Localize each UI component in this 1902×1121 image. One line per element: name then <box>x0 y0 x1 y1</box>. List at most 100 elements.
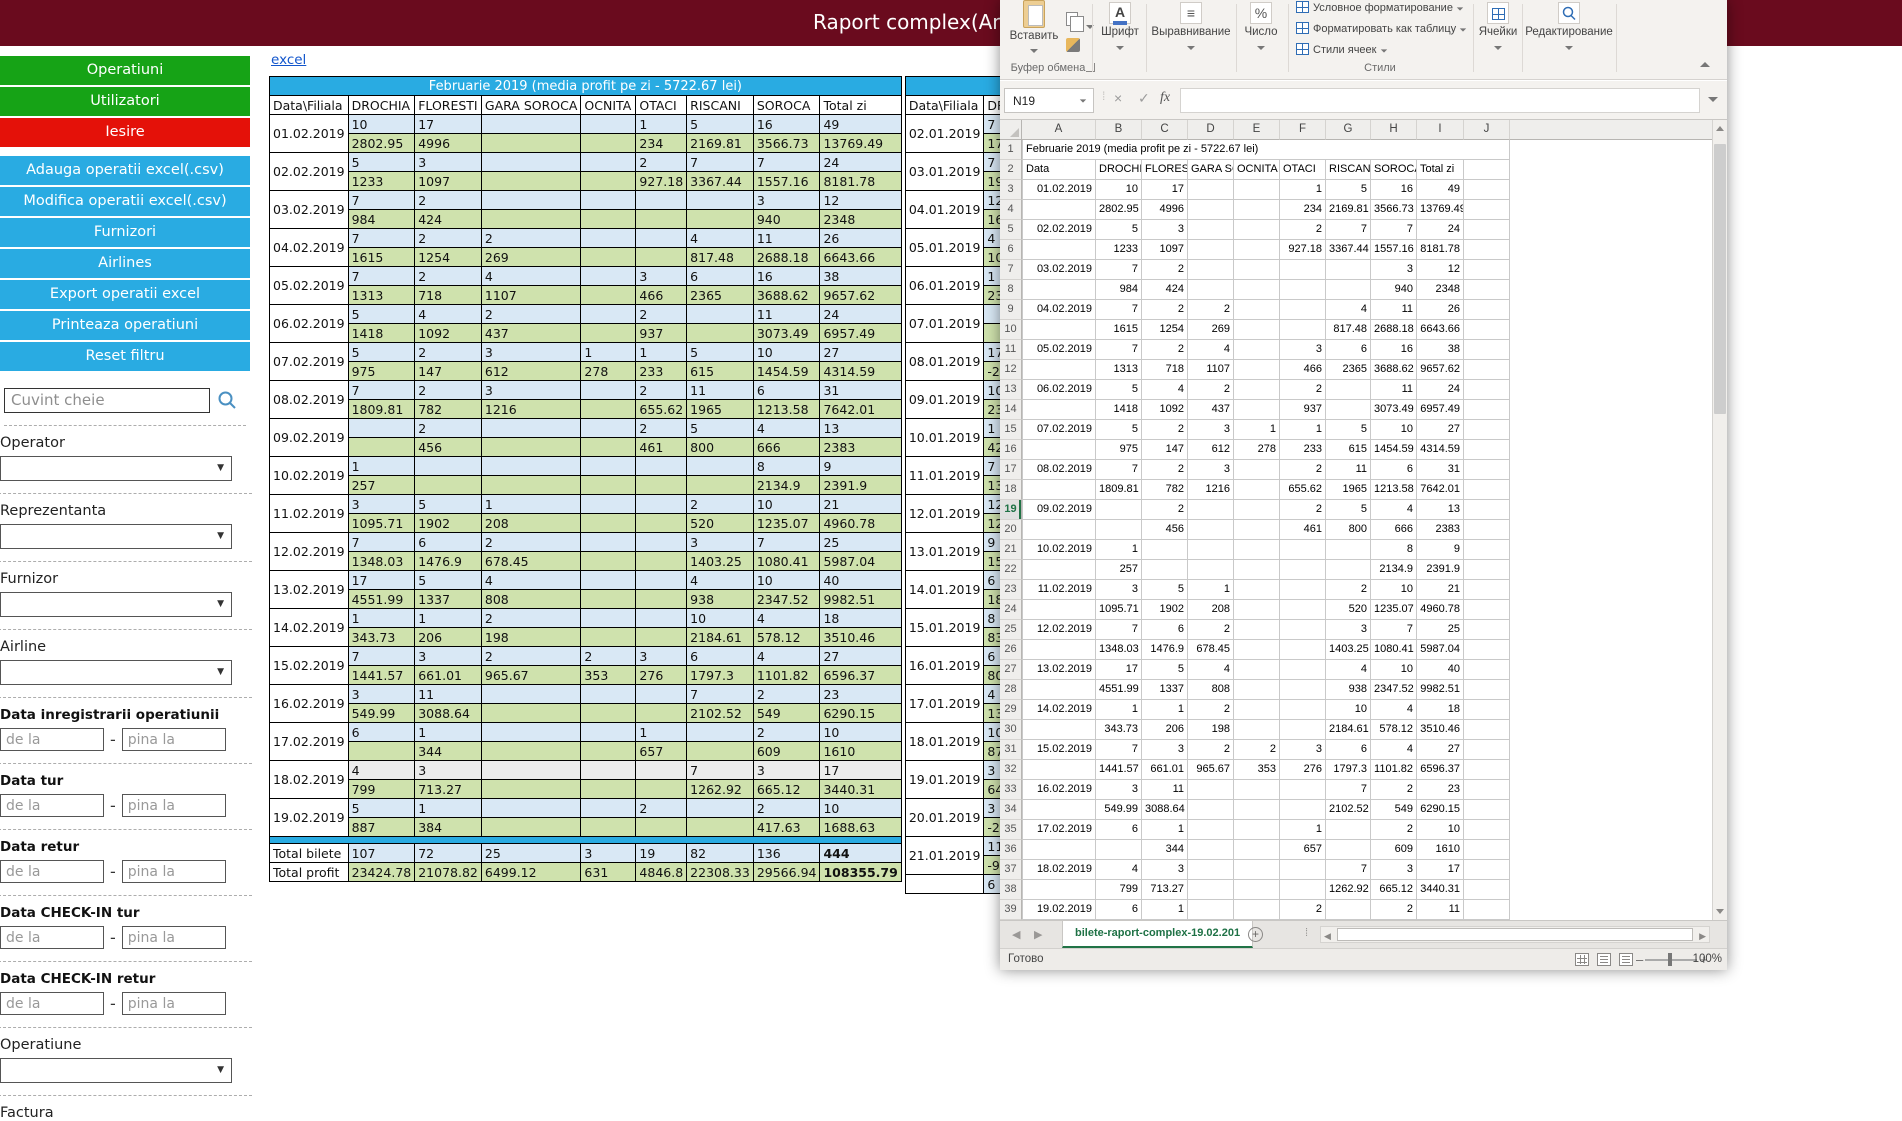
excel-cell-B30[interactable]: 343.73 <box>1096 720 1142 740</box>
select-furnizor[interactable]: ▼ <box>0 592 232 617</box>
excel-cell-A36[interactable] <box>1022 840 1096 860</box>
excel-row-header-7[interactable]: 7 <box>1000 260 1022 280</box>
excel-cell-A29[interactable]: 14.02.2019 <box>1022 700 1096 720</box>
excel-row-header-3[interactable]: 3 <box>1000 180 1022 200</box>
excel-row-header-15[interactable]: 15 <box>1000 420 1022 440</box>
excel-cell-C37[interactable]: 3 <box>1142 860 1188 880</box>
excel-cell-E4[interactable] <box>1234 200 1280 220</box>
excel-cell-E8[interactable] <box>1234 280 1280 300</box>
excel-cell-B20[interactable] <box>1096 520 1142 540</box>
excel-cell-C23[interactable]: 5 <box>1142 580 1188 600</box>
excel-cell-E38[interactable] <box>1234 880 1280 900</box>
excel-cell-C29[interactable]: 1 <box>1142 700 1188 720</box>
excel-cell-B2[interactable]: DROCHIA <box>1096 160 1142 180</box>
excel-row-header-35[interactable]: 35 <box>1000 820 1022 840</box>
excel-cell-I36[interactable]: 1610 <box>1417 840 1464 860</box>
excel-cell-A19[interactable]: 09.02.2019 <box>1022 500 1096 520</box>
excel-cell-F28[interactable] <box>1280 680 1326 700</box>
excel-cell-I23[interactable]: 21 <box>1417 580 1464 600</box>
excel-row-header-9[interactable]: 9 <box>1000 300 1022 320</box>
excel-column-header-C[interactable]: C <box>1142 120 1188 140</box>
excel-cell-G16[interactable]: 615 <box>1326 440 1371 460</box>
excel-cell-G3[interactable]: 5 <box>1326 180 1371 200</box>
excel-cell-H5[interactable]: 7 <box>1371 220 1417 240</box>
excel-cell-J38[interactable] <box>1464 880 1510 900</box>
excel-cell-H18[interactable]: 1213.58 <box>1371 480 1417 500</box>
excel-cell-G30[interactable]: 2184.61 <box>1326 720 1371 740</box>
excel-cell-J18[interactable] <box>1464 480 1510 500</box>
excel-cell-G35[interactable] <box>1326 820 1371 840</box>
excel-cell-I18[interactable]: 7642.01 <box>1417 480 1464 500</box>
excel-cell-F21[interactable] <box>1280 540 1326 560</box>
sidebar-button-iesire[interactable]: Iesire <box>0 118 250 147</box>
excel-cell-I31[interactable]: 27 <box>1417 740 1464 760</box>
excel-cell-A4[interactable] <box>1022 200 1096 220</box>
excel-cell-D5[interactable] <box>1188 220 1234 240</box>
excel-cell-D4[interactable] <box>1188 200 1234 220</box>
excel-cell-D14[interactable]: 437 <box>1188 400 1234 420</box>
excel-cell-B8[interactable]: 984 <box>1096 280 1142 300</box>
excel-cell-I19[interactable]: 13 <box>1417 500 1464 520</box>
excel-cell-J12[interactable] <box>1464 360 1510 380</box>
prev-sheet-icon[interactable]: ◀ <box>1012 928 1020 941</box>
excel-cell-H24[interactable]: 1235.07 <box>1371 600 1417 620</box>
sidebar-button-operatiuni[interactable]: Operatiuni <box>0 56 250 85</box>
cells-group-button[interactable]: Ячейки <box>1476 2 1520 53</box>
excel-cell-G37[interactable]: 7 <box>1326 860 1371 880</box>
excel-cell-E23[interactable] <box>1234 580 1280 600</box>
excel-cell-D31[interactable]: 2 <box>1188 740 1234 760</box>
excel-link[interactable]: excel <box>271 52 306 68</box>
zoom-percentage[interactable]: 100% <box>1693 953 1722 965</box>
excel-cell-H6[interactable]: 1557.16 <box>1371 240 1417 260</box>
excel-cell-F16[interactable]: 233 <box>1280 440 1326 460</box>
excel-cell-F19[interactable]: 2 <box>1280 500 1326 520</box>
excel-cell-B9[interactable]: 7 <box>1096 300 1142 320</box>
excel-cell-H35[interactable]: 2 <box>1371 820 1417 840</box>
excel-cell-A15[interactable]: 07.02.2019 <box>1022 420 1096 440</box>
sidebar-button-airlines[interactable]: Airlines <box>0 249 250 278</box>
excel-row-header-31[interactable]: 31 <box>1000 740 1022 760</box>
excel-cell-J13[interactable] <box>1464 380 1510 400</box>
active-sheet-tab[interactable]: bilete-raport-complex-19.02.201 <box>1062 921 1253 948</box>
excel-cell-C13[interactable]: 4 <box>1142 380 1188 400</box>
excel-cell-D10[interactable]: 269 <box>1188 320 1234 340</box>
copy-button[interactable] <box>1066 12 1078 26</box>
excel-cell-F11[interactable]: 3 <box>1280 340 1326 360</box>
excel-cell-D29[interactable]: 2 <box>1188 700 1234 720</box>
excel-row-header-17[interactable]: 17 <box>1000 460 1022 480</box>
excel-cell-E3[interactable] <box>1234 180 1280 200</box>
excel-cell-E5[interactable] <box>1234 220 1280 240</box>
excel-cell-F30[interactable] <box>1280 720 1326 740</box>
excel-cell-D9[interactable]: 2 <box>1188 300 1234 320</box>
excel-column-header-E[interactable]: E <box>1234 120 1280 140</box>
excel-cell-B11[interactable]: 7 <box>1096 340 1142 360</box>
excel-cell-B27[interactable]: 17 <box>1096 660 1142 680</box>
excel-cell-E24[interactable] <box>1234 600 1280 620</box>
excel-column-header-D[interactable]: D <box>1188 120 1234 140</box>
excel-cell-I21[interactable]: 9 <box>1417 540 1464 560</box>
vertical-scrollbar[interactable] <box>1712 120 1727 920</box>
excel-cell-G4[interactable]: 2169.81 <box>1326 200 1371 220</box>
name-box[interactable]: N19 <box>1004 88 1094 113</box>
excel-cell-H34[interactable]: 549 <box>1371 800 1417 820</box>
excel-cell-H13[interactable]: 11 <box>1371 380 1417 400</box>
select-operator[interactable]: ▼ <box>0 456 232 481</box>
excel-cell-F13[interactable]: 2 <box>1280 380 1326 400</box>
excel-cell-C38[interactable]: 713.27 <box>1142 880 1188 900</box>
excel-cell-J36[interactable] <box>1464 840 1510 860</box>
excel-cell-F29[interactable] <box>1280 700 1326 720</box>
excel-cell-A16[interactable] <box>1022 440 1096 460</box>
excel-column-header-J[interactable]: J <box>1464 120 1510 140</box>
excel-cell-I11[interactable]: 38 <box>1417 340 1464 360</box>
excel-cell-E14[interactable] <box>1234 400 1280 420</box>
excel-cell-B13[interactable]: 5 <box>1096 380 1142 400</box>
excel-cell-D6[interactable] <box>1188 240 1234 260</box>
excel-cell-C30[interactable]: 206 <box>1142 720 1188 740</box>
excel-cell-E27[interactable] <box>1234 660 1280 680</box>
excel-cell-A9[interactable]: 04.02.2019 <box>1022 300 1096 320</box>
excel-cell-F6[interactable]: 927.18 <box>1280 240 1326 260</box>
excel-cell-G13[interactable] <box>1326 380 1371 400</box>
excel-cell-A33[interactable]: 16.02.2019 <box>1022 780 1096 800</box>
excel-cell-A12[interactable] <box>1022 360 1096 380</box>
excel-cell-I38[interactable]: 3440.31 <box>1417 880 1464 900</box>
